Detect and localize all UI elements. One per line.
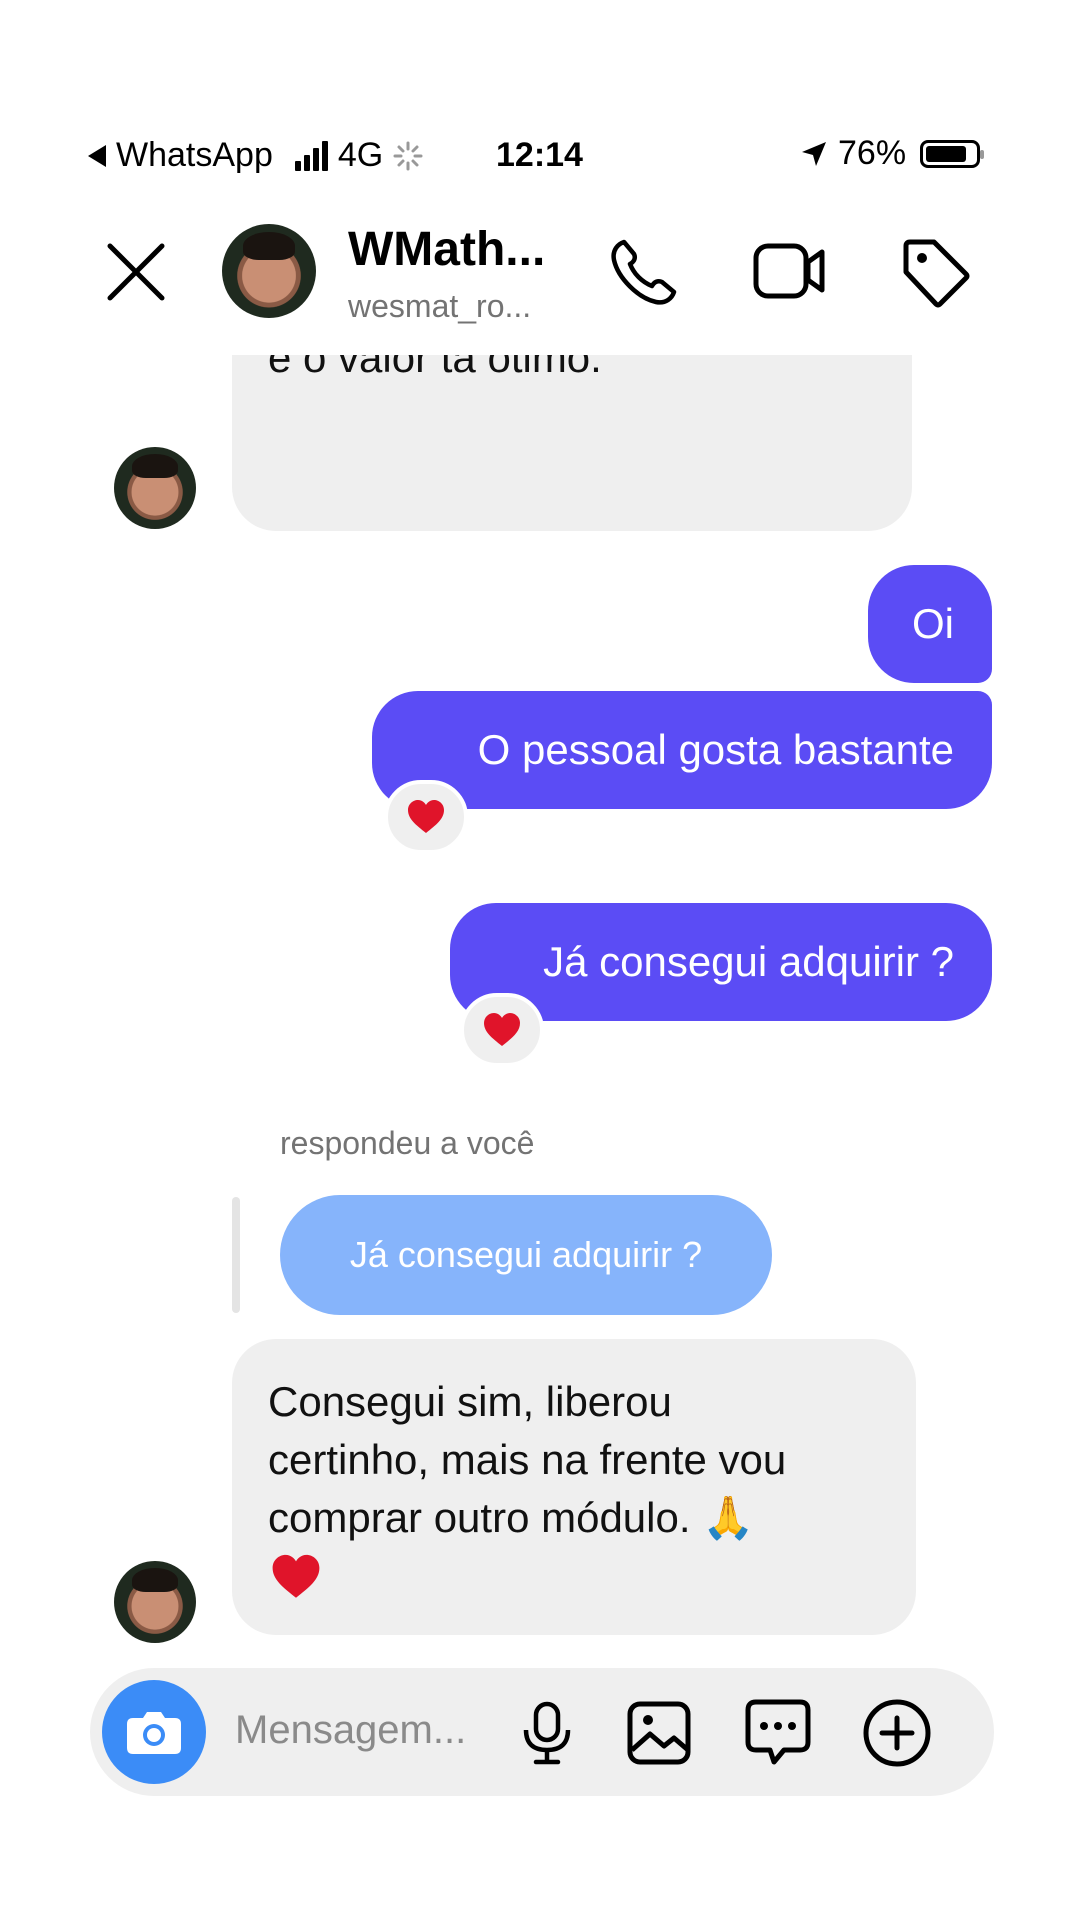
contact-username[interactable]: wesmat_ro... xyxy=(348,288,531,325)
chat-thread[interactable]: material, e já estava precisando e o val… xyxy=(0,355,1080,1655)
add-icon[interactable] xyxy=(862,1698,932,1768)
back-app-label: WhatsApp xyxy=(116,136,273,174)
camera-button[interactable] xyxy=(102,1680,206,1784)
close-icon[interactable] xyxy=(104,240,168,304)
message-text: O pessoal gosta bastante xyxy=(477,726,954,773)
status-bar: WhatsApp 4G 12:14 76% xyxy=(0,132,1080,182)
battery-area: 76% xyxy=(800,134,985,173)
contact-name[interactable]: WMath... xyxy=(348,222,545,277)
back-to-app[interactable]: WhatsApp 4G xyxy=(88,136,423,175)
back-arrow-icon xyxy=(88,144,106,167)
message-input[interactable]: Mensagem... xyxy=(235,1708,466,1753)
location-arrow-icon xyxy=(802,141,826,166)
outgoing-message[interactable]: Oi xyxy=(868,565,992,683)
header-avatar[interactable] xyxy=(222,224,316,318)
message-text: material, e já estava precisando e o val… xyxy=(268,355,602,381)
clock: 12:14 xyxy=(496,136,583,174)
phone-icon[interactable] xyxy=(606,236,680,310)
message-line: comprar outro módulo. 🙏 xyxy=(268,1494,755,1541)
quoted-message[interactable]: Já consegui adquirir ? xyxy=(280,1195,772,1315)
video-call-icon[interactable] xyxy=(752,238,828,304)
battery-percent: 76% xyxy=(838,134,907,172)
signal-icon xyxy=(294,140,328,171)
network-label: 4G xyxy=(337,136,384,174)
reply-indicator-bar xyxy=(232,1197,240,1313)
incoming-message[interactable]: material, e já estava precisando e o val… xyxy=(232,355,912,531)
microphone-icon[interactable] xyxy=(518,1700,576,1766)
incoming-message[interactable]: Consegui sim, liberou certinho, mais na … xyxy=(232,1339,916,1635)
sticker-message-icon[interactable] xyxy=(744,1698,812,1768)
message-text: Oi xyxy=(912,600,954,647)
battery-icon xyxy=(920,139,985,168)
message-line: Consegui sim, liberou xyxy=(268,1378,672,1425)
heart-emoji-icon xyxy=(272,1554,320,1598)
tag-icon[interactable] xyxy=(898,236,970,308)
message-composer: Mensagem... xyxy=(90,1668,994,1796)
heart-reaction[interactable] xyxy=(460,993,544,1067)
quoted-text: Já consegui adquirir ? xyxy=(349,1234,703,1275)
camera-icon xyxy=(127,1712,181,1754)
heart-icon xyxy=(484,1013,520,1046)
reply-label: respondeu a você xyxy=(280,1125,535,1161)
outgoing-message[interactable]: O pessoal gosta bastante xyxy=(372,691,992,809)
message-line: certinho, mais na frente vou xyxy=(268,1436,787,1483)
sender-avatar xyxy=(114,1561,196,1643)
message-text: Já consegui adquirir ? xyxy=(543,938,954,985)
loading-spinner-icon xyxy=(393,141,423,170)
heart-reaction[interactable] xyxy=(384,780,468,854)
sender-avatar xyxy=(114,447,196,529)
heart-icon xyxy=(408,800,444,833)
gallery-icon[interactable] xyxy=(626,1700,692,1766)
